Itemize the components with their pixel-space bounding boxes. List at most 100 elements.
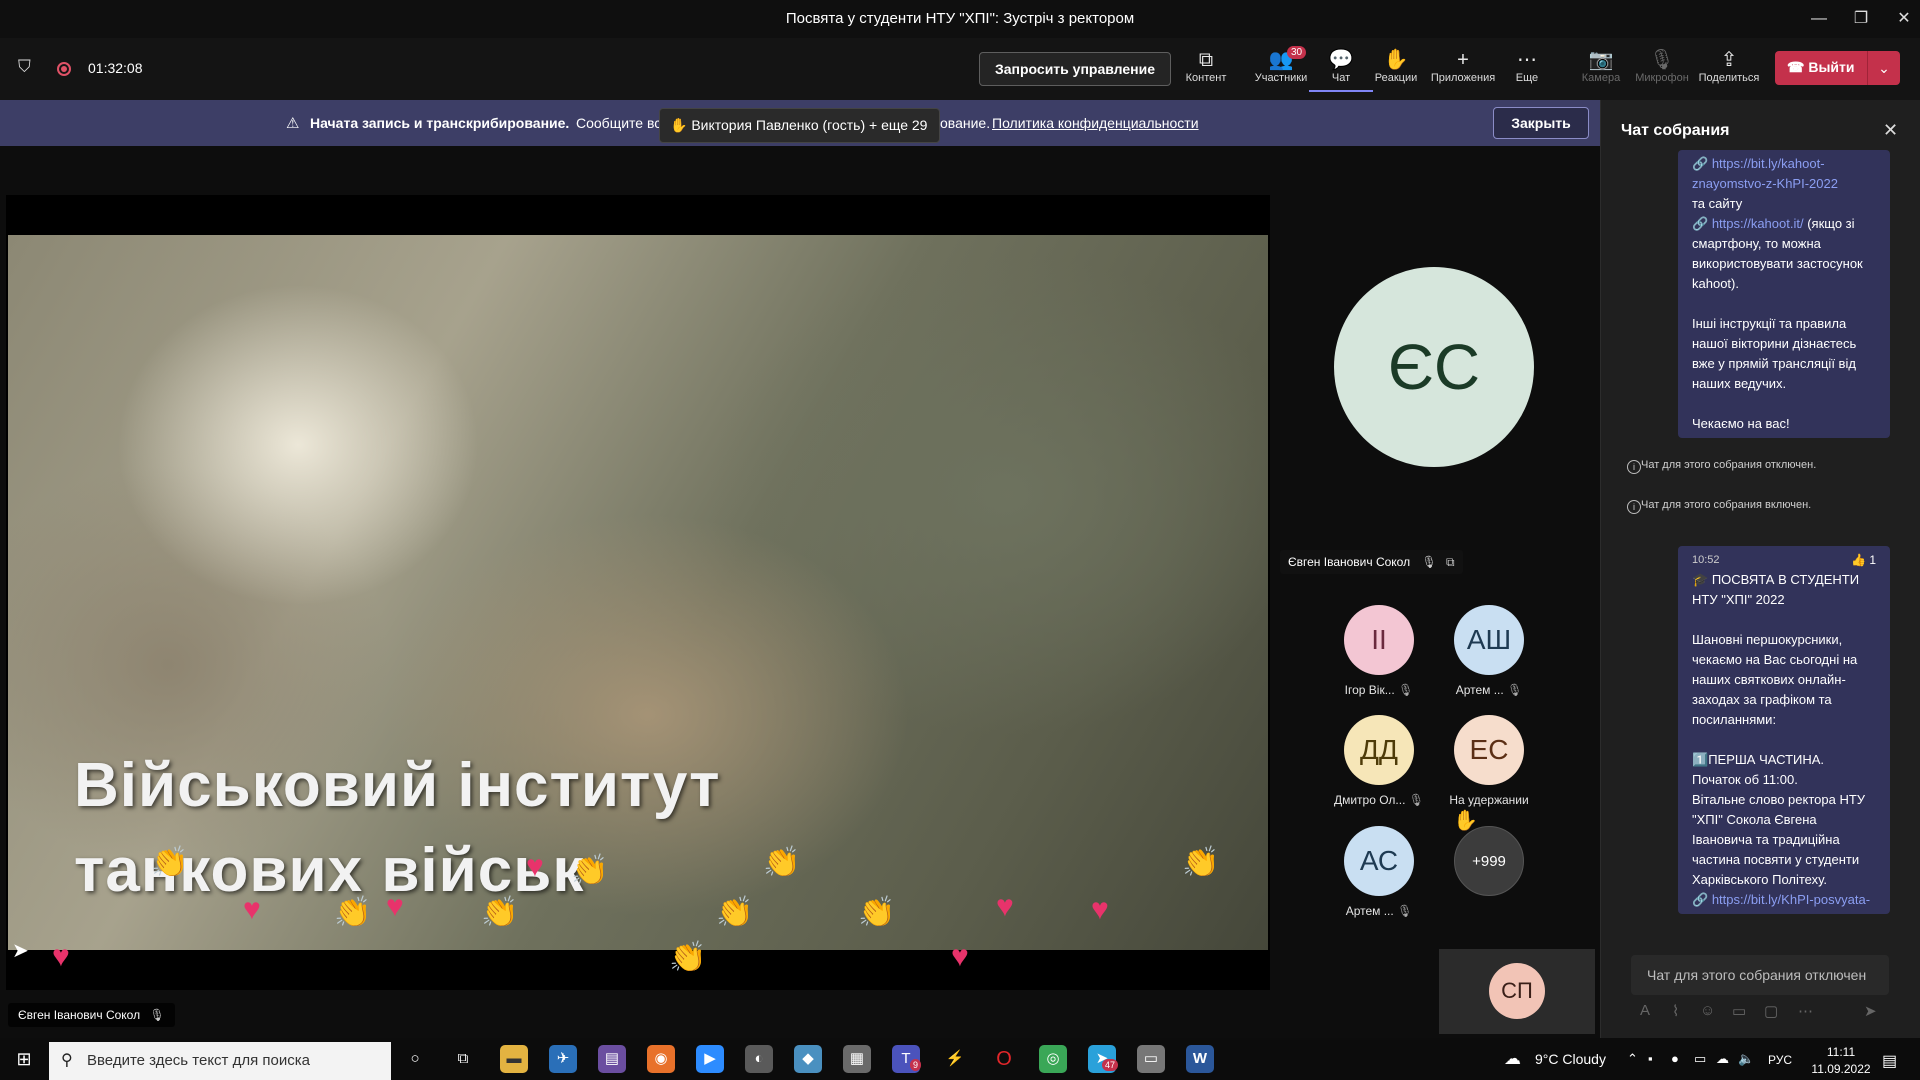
chat-title: Чат собрания <box>1621 122 1730 139</box>
heart-reaction-icon: ♥ <box>243 893 261 926</box>
clap-reaction-icon: 👏 <box>669 941 707 974</box>
participants-button[interactable]: 👥 30 Участники <box>1249 46 1313 84</box>
firefox-icon[interactable]: ◉ <box>647 1045 675 1073</box>
network-icon[interactable]: ▭ <box>1694 1051 1706 1067</box>
camera-button[interactable]: 📷 Камера <box>1569 48 1633 84</box>
tray-app-icon[interactable]: ● <box>1671 1051 1679 1066</box>
recording-icon <box>57 62 71 76</box>
shared-video: Військовий інститут танкових військ 👏 ♥ … <box>6 195 1270 990</box>
meeting-toolbar: ⛉ 01:32:08 ⧉ Контент 👥 30 Участники 💬 Чат ✋ Р… <box>0 38 1920 100</box>
more-options-icon[interactable]: ⋯ <box>1798 1002 1813 1020</box>
participant-tile[interactable]: АС Артем ... 🎙 <box>1324 826 1434 918</box>
overflow-count: +999 ✋ <box>1453 811 1524 896</box>
like-count[interactable]: 👍 1 <box>1851 550 1876 570</box>
participant-name: На удержании <box>1449 793 1529 807</box>
share-button[interactable]: ⇪ Поделиться <box>1697 48 1761 84</box>
gif-icon[interactable]: ▭ <box>1732 1002 1746 1020</box>
chat-link[interactable]: https://kahoot.it/ <box>1712 216 1804 231</box>
chat-message: 🔗 https://bit.ly/kahoot-znayomstvo-z-KhP… <box>1678 150 1890 438</box>
save-app-icon[interactable]: ▤ <box>598 1045 626 1073</box>
avatar: ЕС <box>1454 715 1524 785</box>
language-indicator[interactable]: РУС <box>1768 1053 1792 1067</box>
windows-start-icon[interactable]: ⊞ <box>10 1045 38 1073</box>
format-icon[interactable]: A <box>1640 1002 1650 1019</box>
leave-label: ☎ Выйти <box>1787 59 1855 75</box>
participant-tile[interactable]: ІІ Ігор Вік... 🎙 <box>1324 605 1434 697</box>
chat-link[interactable]: https://bit.ly/KhPI-posvyata-2022 <box>1692 892 1870 914</box>
emoji-icon[interactable]: ☺ <box>1700 1002 1715 1019</box>
teams-icon[interactable]: T9 <box>892 1045 922 1073</box>
shield-icon: ⛉ <box>18 57 31 76</box>
system-message: i Чат для этого собрания включен. <box>1627 498 1891 514</box>
onedrive-icon[interactable]: ☁ <box>1716 1051 1729 1067</box>
heart-reaction-icon: ♥ <box>386 890 404 923</box>
raised-hand-icon: ✋ <box>1383 49 1409 71</box>
participant-tile[interactable]: ДД Дмитро Ол... 🎙 <box>1324 715 1434 807</box>
cortana-icon[interactable]: ○ <box>401 1045 429 1073</box>
chevron-up-icon[interactable]: ⌃ <box>1627 1051 1638 1067</box>
tray-app-icon[interactable]: ▪ <box>1648 1051 1653 1066</box>
minimize-button[interactable]: — <box>1808 8 1830 30</box>
chat-panel: Чат собрания ✕ 🔗 https://bit.ly/kahoot-z… <box>1600 100 1920 1038</box>
restore-button[interactable]: ❐ <box>1850 8 1872 30</box>
raised-hands-toast: ✋ Виктория Павленко (гость) + еще 29 <box>659 108 940 143</box>
share-screen-icon: ⧉ <box>1198 49 1214 71</box>
taskbar-search-input[interactable]: ⚲ Введите здесь текст для поиска <box>49 1042 391 1080</box>
camera-off-icon: 📷 <box>1588 49 1614 71</box>
file-explorer-icon[interactable]: ▬ <box>500 1045 528 1073</box>
video-frame: Військовий інститут танкових військ <box>8 235 1268 950</box>
graduation-cap-icon: 🎓 <box>1692 572 1709 587</box>
telegram-icon[interactable]: ➤ 47 <box>1088 1045 1119 1073</box>
chevron-down-icon[interactable]: ⌄ <box>1867 51 1900 85</box>
mic-button[interactable]: 🎙 Микрофон <box>1630 48 1694 84</box>
attach-icon[interactable]: ⌇ <box>1672 1002 1679 1020</box>
mic-off-icon: 🎙 <box>1649 49 1675 71</box>
opera-icon[interactable]: O <box>990 1045 1018 1073</box>
weather-text[interactable]: 9°C Cloudy <box>1535 1051 1606 1067</box>
close-icon[interactable]: ✕ <box>1883 120 1898 141</box>
leave-button[interactable]: ☎ Выйти ⌄ <box>1775 51 1900 85</box>
notifications-icon[interactable]: ▤ <box>1882 1051 1897 1071</box>
task-view-icon[interactable]: ⧉ <box>449 1045 477 1073</box>
clap-reaction-icon: 👏 <box>481 896 519 929</box>
warning-icon: ⚠ <box>286 115 300 132</box>
app-icon[interactable]: ✈ <box>549 1045 577 1073</box>
send-icon[interactable]: ➤ <box>1864 1002 1877 1020</box>
participant-tile[interactable]: АШ Артем ... 🎙 <box>1434 605 1544 697</box>
clap-reaction-icon: 👏 <box>763 846 801 879</box>
lightning-icon[interactable]: ⚡ <box>941 1045 969 1073</box>
mic-off-icon: 🎙 <box>1507 683 1523 697</box>
more-participants-tile[interactable]: +999 ✋ <box>1434 811 1544 896</box>
letterbox-bottom <box>6 950 1270 990</box>
close-banner-button[interactable]: Закрыть <box>1493 107 1589 139</box>
more-button[interactable]: ⋯ Еще <box>1495 48 1559 84</box>
close-window-button[interactable]: ✕ <box>1893 8 1915 30</box>
self-video-tile[interactable]: СП <box>1439 949 1595 1034</box>
app-icon[interactable]: ◐ <box>745 1045 773 1073</box>
volume-icon[interactable]: 🔈 <box>1738 1051 1754 1067</box>
request-control-button[interactable]: Запросить управление <box>979 52 1171 86</box>
app-icon[interactable]: ◆ <box>794 1045 822 1073</box>
content-button[interactable]: ⧉ Контент <box>1174 48 1238 84</box>
chrome-icon[interactable]: ◎ <box>1039 1045 1067 1073</box>
calculator-icon[interactable]: ▦ <box>843 1045 871 1073</box>
word-icon[interactable]: W <box>1186 1045 1214 1073</box>
raised-hand-icon: ✋ <box>1453 810 1478 832</box>
sticker-icon[interactable]: ▢ <box>1764 1002 1778 1020</box>
presenter-name-label: Євген Іванович Сокол 🎙 <box>8 1003 175 1027</box>
mic-off-icon: 🎙 <box>1397 904 1413 918</box>
zoom-icon[interactable]: ▶ <box>696 1045 724 1073</box>
taskbar-clock[interactable]: 11:11 11.09.2022 <box>1806 1044 1876 1078</box>
participant-name: Артем ... 🎙 <box>1455 683 1523 697</box>
reactions-button[interactable]: ✋ Реакции <box>1364 48 1428 84</box>
app-icon[interactable]: ▭ <box>1137 1045 1165 1073</box>
speaker-avatar: ЄС <box>1334 267 1534 467</box>
mic-off-icon: 🎙 <box>149 1008 165 1022</box>
heart-reaction-icon: ♥ <box>52 940 70 973</box>
chat-input[interactable]: Чат для этого собрания отключен <box>1631 955 1889 995</box>
privacy-policy-link[interactable]: Политика конфиденциальности <box>992 115 1199 131</box>
share-tray-icon: ⇪ <box>1720 49 1738 71</box>
participant-tile[interactable]: ЕС На удержании <box>1434 715 1544 807</box>
chat-link[interactable]: https://bit.ly/kahoot-znayomstvo-z-KhPI-… <box>1692 156 1838 191</box>
apps-button[interactable]: + Приложения <box>1430 48 1496 84</box>
